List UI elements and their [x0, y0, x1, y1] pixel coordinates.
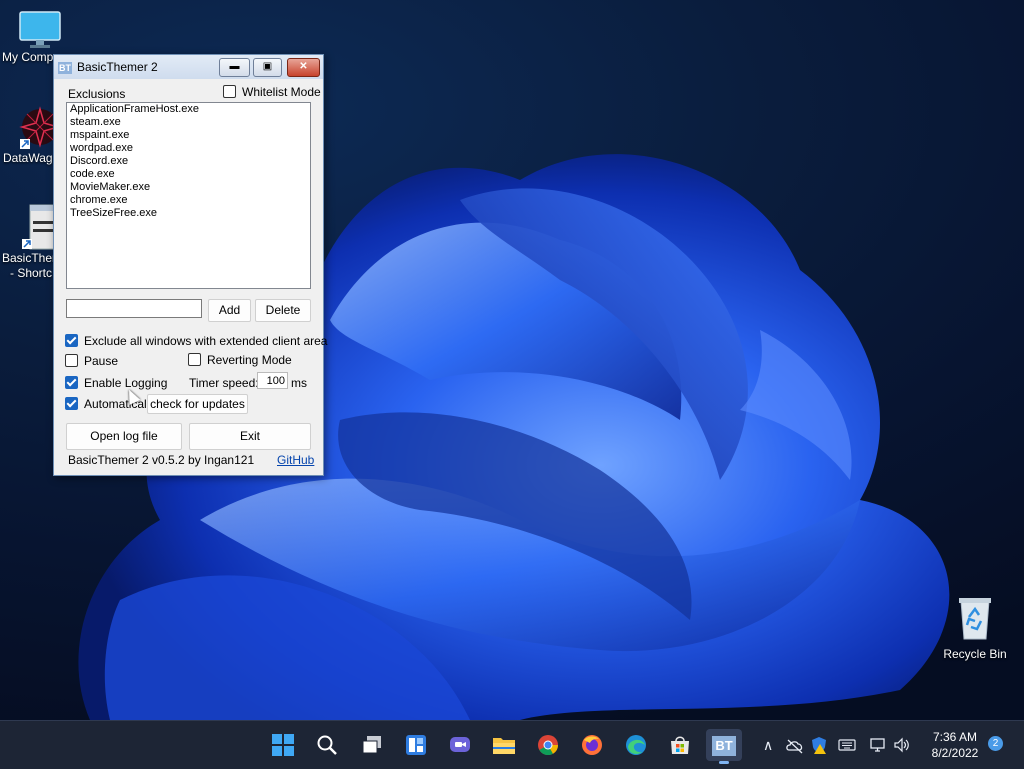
folder-icon [493, 738, 515, 754]
window-client-area: Exclusions Whitelist Mode ApplicationFra… [54, 79, 327, 475]
store-button[interactable] [664, 729, 696, 761]
show-hidden-icons-chevron-icon[interactable]: ∧ [763, 735, 773, 755]
exclusion-list-item[interactable]: chrome.exe [67, 194, 310, 207]
exclusion-list-item[interactable]: steam.exe [67, 116, 310, 129]
exclusion-list-item[interactable]: MovieMaker.exe [67, 181, 310, 194]
task-view-button[interactable] [356, 729, 388, 761]
timer-unit-label: ms [291, 376, 307, 390]
firefox-button[interactable] [576, 729, 608, 761]
notification-badge[interactable]: 2 [988, 736, 1003, 751]
clock-time: 7:36 AM [932, 730, 978, 744]
active-indicator [719, 761, 729, 764]
widgets-icon [406, 735, 426, 755]
check-updates-label: check for updates [150, 397, 245, 411]
exclusion-list-item[interactable]: wordpad.exe [67, 142, 310, 155]
maximize-button[interactable]: ▣ [253, 58, 282, 77]
app-icon: BT [58, 62, 72, 74]
title-bar[interactable]: BT BasicThemer 2 ▬ ▣ ✕ [54, 55, 323, 79]
file-explorer-button[interactable] [488, 729, 520, 761]
desktop-icon-label: Recycle Bin [943, 647, 1007, 661]
delete-button[interactable]: Delete [255, 299, 311, 322]
chrome-button[interactable] [532, 729, 564, 761]
timer-speed-input[interactable]: 100 [257, 372, 288, 389]
taskbar: BT ∧ 7:36 AM 8/2/2022 [0, 720, 1024, 769]
exclusions-label: Exclusions [68, 87, 126, 101]
version-label: BasicThemer 2 v0.5.2 by Ingan121 [68, 453, 255, 467]
whitelist-mode-label[interactable]: Whitelist Mode [242, 85, 321, 99]
exclusion-list-item[interactable]: Discord.exe [67, 155, 310, 168]
edge-icon [626, 735, 646, 755]
exclusion-list-item[interactable]: mspaint.exe [67, 129, 310, 142]
open-log-label: Open log file [90, 429, 158, 443]
start-button[interactable] [267, 729, 299, 761]
chat-icon [450, 737, 470, 752]
clock-date: 8/2/2022 [931, 746, 979, 760]
github-link[interactable]: GitHub [277, 453, 314, 467]
add-button[interactable]: Add [208, 299, 251, 322]
store-icon [671, 736, 689, 754]
keyboard-icon[interactable] [838, 738, 856, 752]
timer-speed-value: 100 [266, 375, 285, 387]
task-view-icon [362, 736, 381, 754]
close-button[interactable]: ✕ [287, 58, 320, 77]
enable-logging-label[interactable]: Enable Logging [84, 376, 167, 390]
clock[interactable]: 7:36 AM 8/2/2022 [922, 729, 988, 761]
exit-label: Exit [239, 429, 260, 443]
add-label: Add [218, 303, 241, 317]
desktop-icon-recycle-bin[interactable]: Recycle Bin [935, 595, 1015, 662]
security-warning-icon[interactable] [811, 736, 827, 754]
minimize-button[interactable]: ▬ [219, 58, 250, 77]
basicthemer-taskbar-button[interactable]: BT [706, 729, 742, 764]
exit-button[interactable]: Exit [189, 423, 311, 450]
network-icon[interactable] [870, 737, 888, 753]
check-updates-button[interactable]: check for updates [147, 394, 248, 414]
onedrive-offline-icon[interactable] [786, 738, 804, 754]
auto-update-label[interactable]: Automatically [84, 397, 155, 411]
widgets-button[interactable] [400, 729, 432, 761]
timer-speed-label: Timer speed: [189, 376, 259, 390]
new-exclusion-input[interactable] [66, 299, 202, 318]
chat-button[interactable] [444, 729, 476, 761]
chrome-icon [538, 735, 559, 756]
firefox-icon [582, 735, 602, 755]
enable-logging-checkbox[interactable] [65, 376, 78, 389]
close-icon: ✕ [299, 61, 308, 72]
minimize-icon: ▬ [229, 61, 240, 72]
exclusion-list-item[interactable]: code.exe [67, 168, 310, 181]
basicthemer-window: BT BasicThemer 2 ▬ ▣ ✕ Exclusions Whitel… [53, 54, 327, 476]
exclusion-list-item[interactable]: ApplicationFrameHost.exe [67, 103, 310, 116]
basicthemer-taskbar-icon: BT [712, 736, 736, 756]
pause-checkbox[interactable] [65, 354, 78, 367]
windows-logo-icon [272, 734, 294, 756]
reverting-mode-checkbox[interactable] [188, 353, 201, 366]
open-log-button[interactable]: Open log file [66, 423, 182, 450]
exclusions-list[interactable]: ApplicationFrameHost.exe steam.exe mspaint… [66, 102, 311, 289]
edge-button[interactable] [620, 729, 652, 761]
exclude-extended-checkbox[interactable] [65, 334, 78, 347]
recycle-bin-icon [959, 598, 991, 640]
whitelist-mode-checkbox[interactable] [223, 85, 236, 98]
search-icon [317, 735, 337, 755]
computer-icon [19, 11, 61, 48]
pause-label[interactable]: Pause [84, 354, 118, 368]
search-button[interactable] [311, 729, 343, 761]
reverting-mode-label[interactable]: Reverting Mode [207, 353, 292, 367]
window-title: BasicThemer 2 [77, 60, 158, 74]
delete-label: Delete [265, 303, 301, 317]
exclude-extended-label[interactable]: Exclude all windows with extended client… [84, 334, 327, 348]
volume-icon[interactable] [893, 737, 911, 753]
exclusion-list-item[interactable]: TreeSizeFree.exe [67, 207, 310, 220]
restore-icon: ▣ [262, 61, 273, 72]
auto-update-checkbox[interactable] [65, 397, 78, 410]
